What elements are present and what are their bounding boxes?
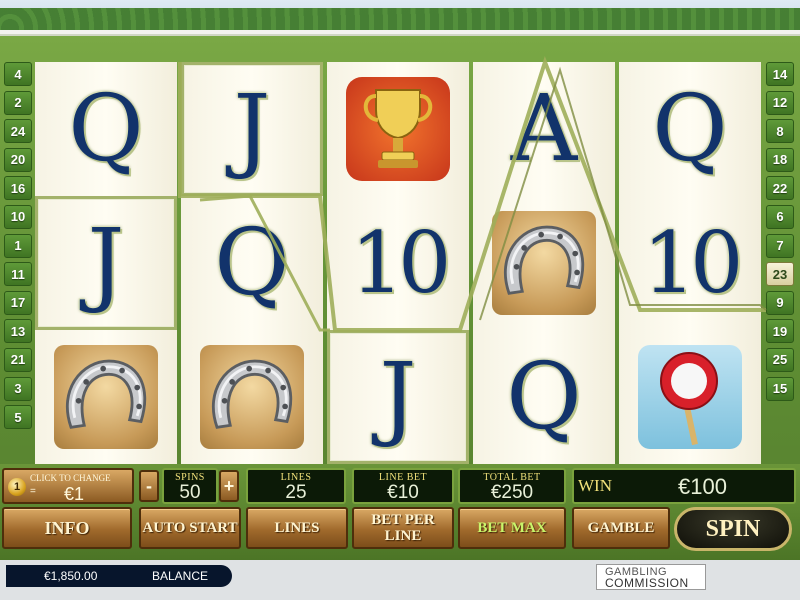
payline-number-19[interactable]: 19 bbox=[766, 319, 794, 344]
finish-post-sign-icon bbox=[619, 330, 761, 464]
payline-number-3[interactable]: 3 bbox=[4, 376, 32, 401]
reel-symbol: Q bbox=[619, 62, 761, 196]
payline-number-15[interactable]: 15 bbox=[766, 376, 794, 401]
line-bet-field: LINE BET €10 bbox=[352, 468, 454, 504]
reel-symbol: Q bbox=[35, 62, 177, 196]
reels-area: QJ JQ 10 J A Q Q 10 bbox=[35, 62, 765, 464]
spins-increase-button[interactable]: + bbox=[219, 470, 239, 502]
reel-5: Q 10 bbox=[619, 62, 761, 464]
balance-amount: €1,850.00 bbox=[44, 569, 98, 583]
coin-icon: 1 bbox=[8, 478, 26, 496]
spins-field: SPINS 50 bbox=[162, 468, 218, 504]
symbol-letter: J bbox=[233, 75, 271, 182]
reel-symbol: 10 bbox=[327, 196, 469, 330]
lines-field: LINES 25 bbox=[246, 468, 346, 504]
total-bet-value: €250 bbox=[490, 482, 534, 503]
reel-symbol: J bbox=[327, 330, 469, 464]
gamble-button[interactable]: GAMBLE bbox=[572, 507, 670, 549]
payline-number-6[interactable]: 6 bbox=[766, 204, 794, 229]
symbol-letter: J bbox=[379, 343, 417, 450]
win-field: WIN €100 bbox=[572, 468, 796, 504]
payline-number-16[interactable]: 16 bbox=[4, 176, 32, 201]
symbol-letter: 10 bbox=[642, 214, 744, 312]
win-value: €100 bbox=[678, 474, 727, 499]
payline-number-2[interactable]: 2 bbox=[4, 90, 32, 115]
payline-number-18[interactable]: 18 bbox=[766, 147, 794, 172]
spins-decrease-button[interactable]: - bbox=[139, 470, 159, 502]
horseshoe-icon bbox=[473, 196, 615, 330]
symbol-letter: A bbox=[510, 75, 578, 182]
coin-selector[interactable]: 1 CLICK TO CHANGE = €1 bbox=[2, 468, 134, 504]
payline-number-22[interactable]: 22 bbox=[766, 176, 794, 201]
symbol-letter: Q bbox=[652, 75, 728, 182]
reel-symbol: J bbox=[181, 62, 323, 196]
gc-line-2: COMMISSION bbox=[605, 576, 689, 590]
reel-4: A Q bbox=[473, 62, 615, 464]
right-payline-indicators: 14 12 8 18 22 6 7 23 9 19 25 15 bbox=[766, 62, 796, 405]
reel-symbol: J bbox=[35, 196, 177, 330]
reel-2: JQ bbox=[181, 62, 323, 464]
reel-symbol: A bbox=[473, 62, 615, 196]
payline-number-21[interactable]: 21 bbox=[4, 347, 32, 372]
symbol-letter: Q bbox=[506, 343, 582, 450]
payline-number-25[interactable]: 25 bbox=[766, 347, 794, 372]
left-payline-indicators: 4 2 24 20 16 10 1 11 17 13 21 3 5 bbox=[4, 62, 34, 434]
symbol-letter: 10 bbox=[350, 214, 452, 312]
coin-caption: CLICK TO CHANGE bbox=[30, 473, 111, 483]
reel-symbol: Q bbox=[473, 330, 615, 464]
win-label: WIN bbox=[578, 476, 612, 495]
symbol-letter: Q bbox=[68, 75, 144, 182]
payline-number-10[interactable]: 10 bbox=[4, 204, 32, 229]
payline-number-11[interactable]: 11 bbox=[4, 262, 32, 287]
bet-per-line-button[interactable]: BET PER LINE bbox=[352, 507, 454, 549]
reel-1: QJ bbox=[35, 62, 177, 464]
line-bet-value: €10 bbox=[387, 482, 419, 503]
balance-bar: €1,850.00 BALANCE bbox=[6, 565, 232, 587]
payline-number-4[interactable]: 4 bbox=[4, 62, 32, 86]
balance-label: BALANCE bbox=[152, 569, 209, 583]
payline-number-14[interactable]: 14 bbox=[766, 62, 794, 86]
payline-number-1[interactable]: 1 bbox=[4, 233, 32, 258]
bet-max-button[interactable]: BET MAX bbox=[458, 507, 566, 549]
coin-value: €1 bbox=[64, 484, 85, 504]
payline-number-23[interactable]: 23 bbox=[766, 262, 794, 287]
gambling-commission-logo[interactable]: GAMBLING COMMISSION bbox=[596, 564, 706, 590]
spins-value: 50 bbox=[179, 482, 201, 503]
payline-number-17[interactable]: 17 bbox=[4, 290, 32, 315]
reel-3: 10 J bbox=[327, 62, 469, 464]
reel-symbol: 10 bbox=[619, 196, 761, 330]
trophy-icon bbox=[327, 62, 469, 196]
lines-button[interactable]: LINES bbox=[246, 507, 348, 549]
lines-value: 25 bbox=[285, 482, 307, 503]
payline-number-12[interactable]: 12 bbox=[766, 90, 794, 115]
total-bet-field: TOTAL BET €250 bbox=[458, 468, 566, 504]
horseshoe-icon bbox=[181, 330, 323, 464]
symbol-letter: Q bbox=[214, 209, 290, 316]
reel-symbol: Q bbox=[181, 196, 323, 330]
horseshoe-icon bbox=[35, 330, 177, 464]
payline-number-24[interactable]: 24 bbox=[4, 119, 32, 144]
payline-number-13[interactable]: 13 bbox=[4, 319, 32, 344]
payline-number-5[interactable]: 5 bbox=[4, 405, 32, 430]
payline-number-9[interactable]: 9 bbox=[766, 290, 794, 315]
payline-number-7[interactable]: 7 bbox=[766, 233, 794, 258]
auto-start-button[interactable]: AUTO START bbox=[139, 507, 241, 549]
info-button[interactable]: INFO bbox=[2, 507, 132, 549]
coin-dash: = bbox=[30, 486, 36, 497]
payline-number-20[interactable]: 20 bbox=[4, 147, 32, 172]
payline-number-8[interactable]: 8 bbox=[766, 119, 794, 144]
symbol-letter: J bbox=[87, 209, 125, 316]
spin-button[interactable]: SPIN bbox=[674, 507, 792, 551]
